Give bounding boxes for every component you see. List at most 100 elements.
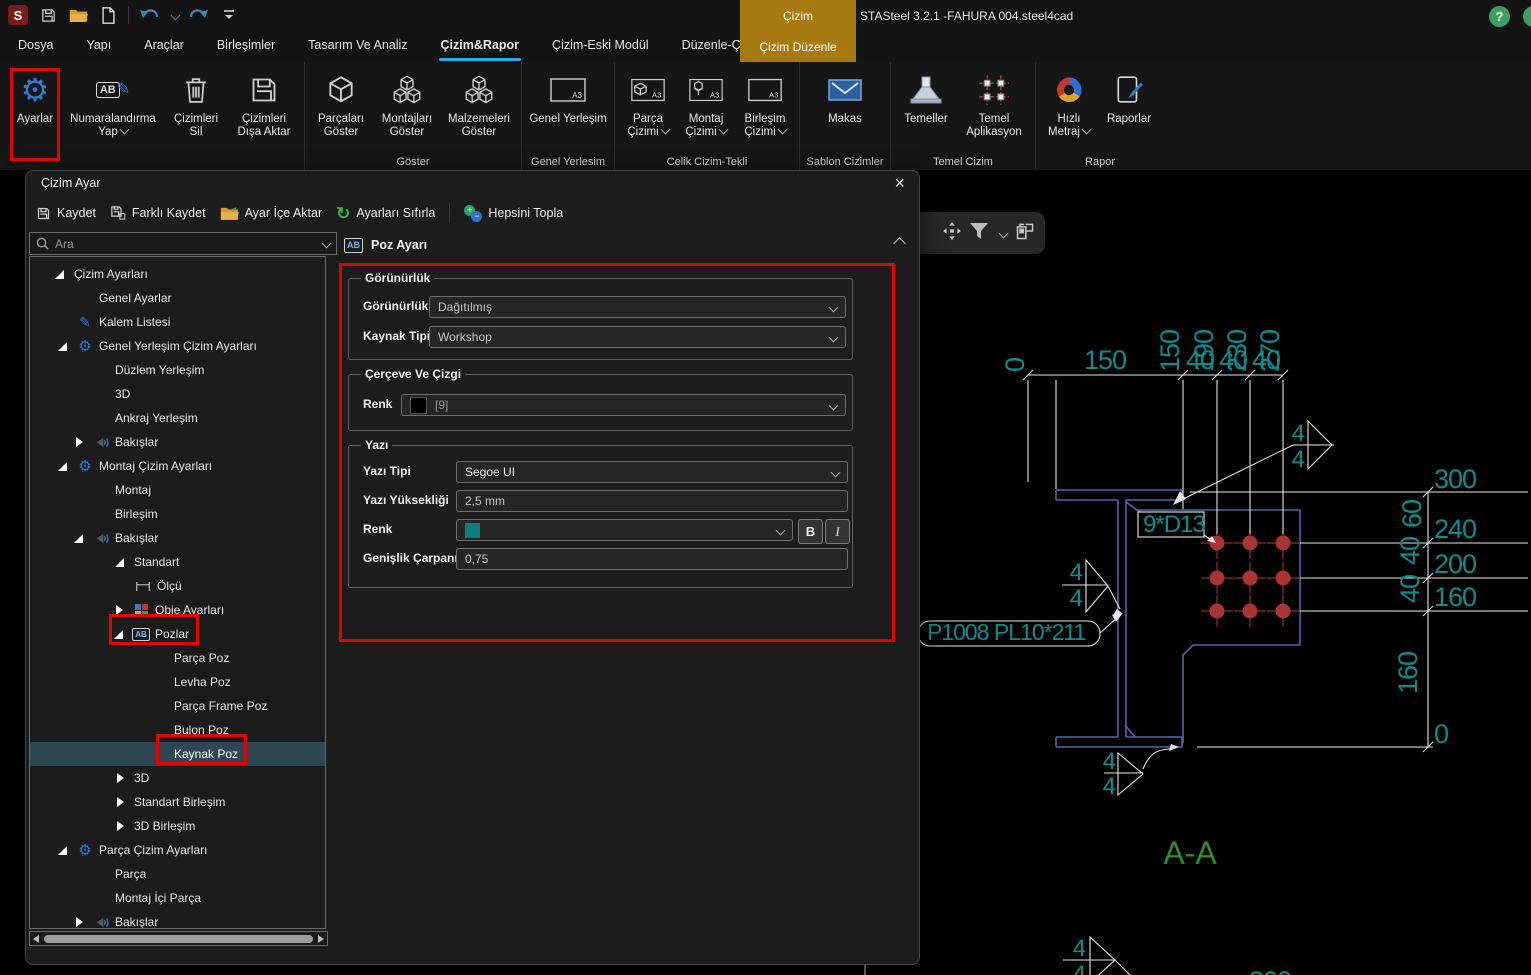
- kaydet-button[interactable]: Kaydet: [36, 206, 96, 221]
- hizli-metraj-button[interactable]: Hızlı Metraj: [1040, 68, 1098, 141]
- tab-araclar[interactable]: Araçlar: [144, 38, 184, 54]
- new-file-icon[interactable]: [98, 5, 118, 25]
- expander-icon[interactable]: [114, 820, 126, 832]
- expander-icon[interactable]: [57, 460, 69, 472]
- tree-item-bakislar[interactable]: Bakışlar: [30, 526, 325, 550]
- font-select[interactable]: Segoe UI: [456, 461, 848, 483]
- settings-tree[interactable]: Çizim Ayarları Genel Ayarlar ✎Kalem List…: [29, 256, 326, 929]
- pan-icon[interactable]: [943, 222, 961, 245]
- scroll-right-icon[interactable]: [318, 935, 324, 943]
- expander-icon[interactable]: [54, 268, 66, 280]
- tree-item-parca-cizim-ayarlari[interactable]: ⚙Parça Çizim Ayarları: [30, 838, 325, 862]
- tab-yapi[interactable]: Yapı: [86, 38, 111, 54]
- text-color-select[interactable]: [456, 519, 793, 541]
- scrollbar-thumb[interactable]: [44, 935, 313, 943]
- expander-icon[interactable]: [73, 532, 85, 544]
- frame-color-select[interactable]: [9]: [401, 394, 846, 416]
- tree-item-birlesim[interactable]: Birleşim: [30, 502, 325, 526]
- expander-icon[interactable]: [57, 844, 69, 856]
- tree-item-bakislar[interactable]: Bakışlar: [30, 430, 325, 454]
- expander-icon[interactable]: [113, 628, 125, 640]
- expander-icon[interactable]: [114, 772, 126, 784]
- temel-aplikasyon-button[interactable]: Temel Aplikasyon: [957, 68, 1031, 141]
- tree-item-montaj-cizim-ayarlari[interactable]: ⚙Montaj Çizim Ayarları: [30, 454, 325, 478]
- tree-item-bakislar[interactable]: Bakışlar: [30, 910, 325, 929]
- tree-item-3d-birlesim[interactable]: 3D Birleşim: [30, 814, 325, 838]
- quick-access-toolbar[interactable]: S: [0, 0, 239, 30]
- malzemeleri-goster-button[interactable]: Malzemeleri Göster: [441, 68, 517, 141]
- visibility-select[interactable]: Dağıtılmış: [429, 296, 846, 318]
- tree-item-3d[interactable]: 3D: [30, 382, 325, 406]
- ayar-ice-aktar-button[interactable]: Ayar İçe Aktar: [220, 205, 323, 221]
- tree-item-parca-frame-poz[interactable]: Parça Frame Poz: [30, 694, 325, 718]
- tab-dosya[interactable]: Dosya: [18, 38, 53, 54]
- tree-item-olcu[interactable]: Ölçü: [30, 574, 325, 598]
- tree-item-parca[interactable]: Parça: [30, 862, 325, 886]
- parca-cizimi-button[interactable]: A3 Parça Çizimi: [619, 68, 677, 141]
- open-folder-icon[interactable]: [68, 5, 88, 25]
- tree-item-pozlar[interactable]: ABPozlar: [30, 622, 325, 646]
- text-height-input[interactable]: 2,5 mm: [456, 490, 848, 512]
- expander-icon[interactable]: [57, 340, 69, 352]
- search-input[interactable]: Ara: [29, 232, 337, 255]
- redo-icon[interactable]: [189, 5, 209, 25]
- app-logo[interactable]: S: [8, 5, 28, 25]
- save-view-icon[interactable]: [1015, 221, 1035, 246]
- save-icon[interactable]: [38, 5, 58, 25]
- mode-cizim-duzenle[interactable]: Çizim Düzenle: [740, 40, 856, 54]
- tree-item-standart[interactable]: Standart: [30, 550, 325, 574]
- makas-button[interactable]: Makas: [804, 68, 886, 128]
- tree-item-montaj-ici-parca[interactable]: Montaj İçi Parça: [30, 886, 325, 910]
- tree-item-genel-ayarlar[interactable]: Genel Ayarlar: [30, 286, 325, 310]
- undo-icon[interactable]: [139, 5, 159, 25]
- cizimleri-sil-button[interactable]: Çizimleri Sil: [164, 68, 228, 141]
- tree-item-duzlem-yerlesim[interactable]: Düzlem Yerleşim: [30, 358, 325, 382]
- ayarlar-button[interactable]: ⚙ Ayarlar: [8, 68, 62, 128]
- expander-icon[interactable]: [114, 556, 126, 568]
- birlesim-cizimi-button[interactable]: A3 Birleşim Çizimi: [735, 68, 795, 141]
- tab-cizim-eski-modul[interactable]: Çizim-Eski Modül: [552, 38, 649, 54]
- mode-cizim[interactable]: Çizim: [740, 9, 856, 23]
- tree-item-montaj[interactable]: Montaj: [30, 478, 325, 502]
- farkli-kaydet-button[interactable]: Farklı Kaydet: [110, 205, 206, 221]
- tree-item-parca-poz[interactable]: Parça Poz: [30, 646, 325, 670]
- tree-item-genel-yerlesim-cizim-ayarlari[interactable]: ⚙Genel Yerleşim Çizim Ayarları: [30, 334, 325, 358]
- expander-icon[interactable]: [73, 916, 85, 928]
- parcalari-goster-button[interactable]: Parçaları Göster: [309, 68, 373, 141]
- menu-tab-bar[interactable]: Dosya Yapı Araçlar Birleşimler Tasarım V…: [0, 30, 801, 62]
- numaralandirma-yap-button[interactable]: AB✎ Numaralandırma Yap: [62, 68, 164, 141]
- scroll-left-icon[interactable]: [33, 935, 39, 943]
- montajlari-goster-button[interactable]: Montajları Göster: [373, 68, 441, 141]
- tree-item-cizim-ayarlari[interactable]: Çizim Ayarları: [30, 262, 325, 286]
- expander-icon[interactable]: [114, 796, 126, 808]
- tree-item-kalem-listesi[interactable]: ✎Kalem Listesi: [30, 310, 325, 334]
- tree-item-kaynak-poz[interactable]: Kaynak Poz: [30, 742, 325, 766]
- montaj-cizimi-button[interactable]: A3 Montaj Çizimi: [677, 68, 735, 141]
- ayarlari-sifirla-button[interactable]: ↻ Ayarları Sıfırla: [336, 205, 435, 222]
- tab-tasarim-ve-analiz[interactable]: Tasarım Ve Analiz: [308, 38, 407, 54]
- tab-birlesimler[interactable]: Birleşimler: [217, 38, 275, 54]
- width-factor-input[interactable]: 0,75: [456, 548, 848, 570]
- bold-button[interactable]: B: [798, 519, 823, 544]
- raporlar-button[interactable]: Raporlar: [1098, 68, 1160, 128]
- tab-cizim-rapor[interactable]: Çizim&Rapor: [441, 38, 519, 54]
- undo-dropdown-icon[interactable]: [171, 10, 181, 20]
- cizimleri-disa-aktar-button[interactable]: Çizimleri Dışa Aktar: [228, 68, 300, 141]
- italic-button[interactable]: I: [825, 519, 850, 544]
- expander-icon[interactable]: [113, 604, 125, 616]
- filter-icon[interactable]: [969, 222, 989, 245]
- help-button[interactable]: ?: [1489, 6, 1510, 27]
- collapse-panel-icon[interactable]: [893, 237, 906, 250]
- weld-type-select[interactable]: Workshop: [429, 326, 846, 348]
- customize-toolbar-icon[interactable]: [219, 5, 239, 25]
- tree-item-3d[interactable]: 3D: [30, 766, 325, 790]
- tree-item-levha-poz[interactable]: Levha Poz: [30, 670, 325, 694]
- tree-item-ankraj-yerlesim[interactable]: Ankraj Yerleşim: [30, 406, 325, 430]
- mode-switch[interactable]: Çizim Çizim Düzenle: [740, 0, 856, 62]
- viewport-toolbar[interactable]: [903, 212, 1045, 254]
- expander-icon[interactable]: [73, 436, 85, 448]
- genel-yerlesim-button[interactable]: A3 Genel Yerleşim: [526, 68, 610, 128]
- tree-item-bulon-poz[interactable]: Bulon Poz: [30, 718, 325, 742]
- tree-item-obje-ayarlari[interactable]: Obje Ayarları: [30, 598, 325, 622]
- hepsini-topla-button[interactable]: + − Hepsini Topla: [464, 205, 563, 221]
